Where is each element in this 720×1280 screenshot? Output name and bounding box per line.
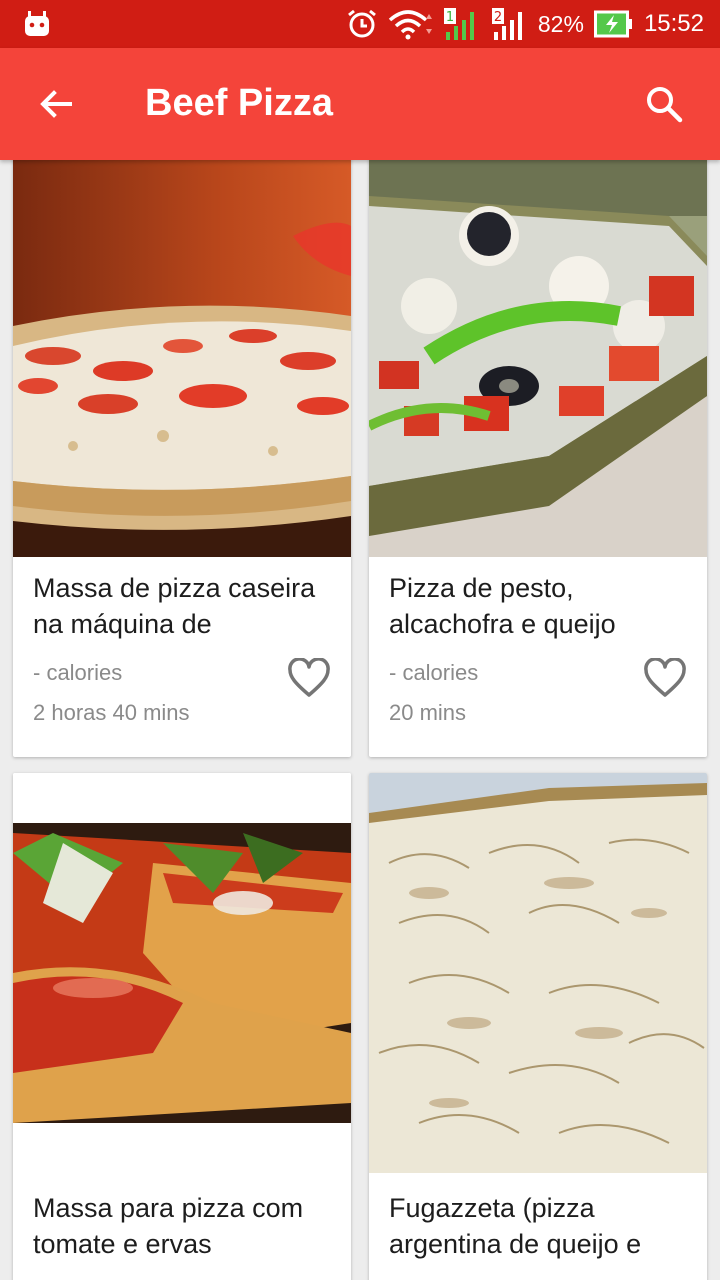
sim2-label: 2	[494, 10, 502, 25]
app-bar: Beef Pizza	[0, 48, 720, 160]
recipe-card[interactable]: Massa para pizza com tomate e ervas	[13, 773, 351, 1280]
clock: 15:52	[643, 10, 704, 37]
search-icon[interactable]	[644, 84, 684, 124]
heart-icon[interactable]	[287, 658, 331, 698]
recipe-title: Fugazzeta (pizza argentina de queijo e	[389, 1193, 642, 1259]
recipe-calories: - calories	[33, 660, 123, 685]
android-icon	[25, 11, 49, 36]
recipe-image	[13, 773, 351, 1173]
sim1-label: 1	[446, 10, 454, 25]
arrow-back-icon[interactable]	[36, 84, 76, 124]
recipe-image	[369, 773, 707, 1173]
signal-icon: 1	[443, 8, 474, 40]
wifi-icon	[388, 10, 432, 40]
recipe-card[interactable]: Pizza de pesto, alcachofra e queijo - ca…	[369, 160, 707, 757]
page-title: Beef Pizza	[145, 82, 333, 124]
status-bar: 1 2 82% 15:52	[0, 0, 720, 48]
recipe-title: Massa de pizza caseira na máquina de	[33, 573, 316, 639]
alarm-icon	[347, 9, 376, 38]
recipe-time: 2 horas 40 mins	[33, 700, 190, 725]
recipe-time: 20 mins	[389, 700, 467, 725]
battery-charging-icon	[593, 10, 632, 38]
heart-icon[interactable]	[643, 658, 687, 698]
signal-icon: 2	[491, 8, 522, 40]
recipe-title: Pizza de pesto, alcachofra e queijo	[389, 573, 616, 639]
recipe-title: Massa para pizza com tomate e ervas	[33, 1193, 304, 1259]
recipe-image	[369, 160, 707, 557]
recipe-card[interactable]: Fugazzeta (pizza argentina de queijo e	[369, 773, 707, 1280]
recipe-calories: - calories	[389, 660, 479, 685]
recipe-grid: Massa de pizza caseira na máquina de - c…	[0, 160, 720, 1280]
recipe-card[interactable]: Massa de pizza caseira na máquina de - c…	[13, 160, 351, 757]
recipe-image	[13, 160, 351, 557]
battery-percent: 82%	[537, 10, 584, 37]
